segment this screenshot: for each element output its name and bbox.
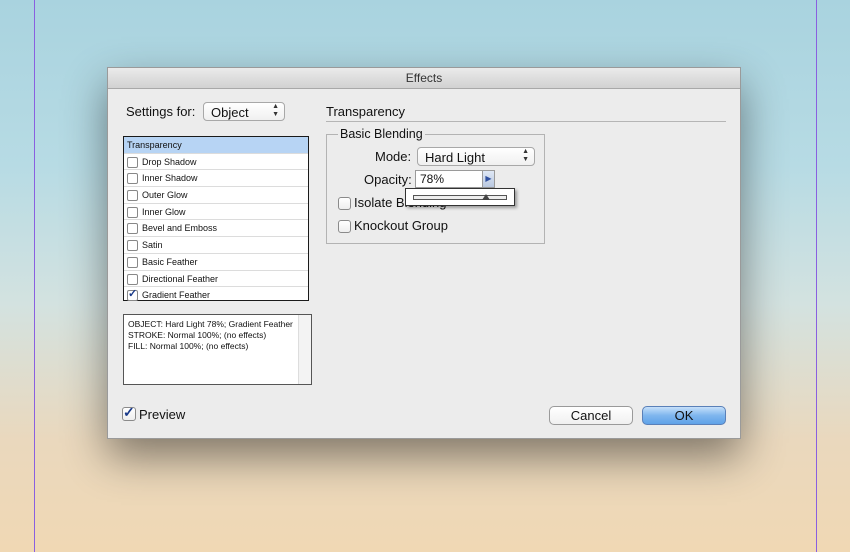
list-item-basic-feather[interactable]: Basic Feather [124,254,308,271]
summary-line: FILL: Normal 100%; (no effects) [128,341,249,351]
isolate-blending-checkbox[interactable] [338,197,351,210]
list-item-label: Outer Glow [142,190,188,201]
effect-checkbox[interactable]: ✓ [127,288,138,302]
mode-label: Mode: [375,149,412,164]
effect-checkbox[interactable] [127,273,138,285]
effect-checkbox[interactable] [127,156,138,168]
mode-value: Hard Light [425,150,485,165]
opacity-slider-track[interactable] [413,195,507,200]
list-item-satin[interactable]: Satin [124,237,308,254]
list-item-bevel-and-emboss[interactable]: Bevel and Emboss [124,220,308,238]
opacity-slider-thumb[interactable] [482,194,491,200]
list-item-label: Inner Shadow [142,173,198,184]
list-item-label: Transparency [127,140,182,150]
list-item-outer-glow[interactable]: Outer Glow [124,187,308,204]
effect-checkbox[interactable] [127,223,138,235]
check-icon: ✓ [123,404,135,420]
group-title: Basic Blending [338,127,425,141]
list-item-gradient-feather[interactable]: ✓ Gradient Feather [124,287,308,304]
list-item-label: Satin [142,240,163,251]
list-item-inner-glow[interactable]: Inner Glow [124,204,308,221]
effects-list: Transparency Drop Shadow Inner Shadow Ou… [123,136,309,304]
effect-checkbox[interactable] [127,190,138,202]
settings-for-value: Object [211,105,249,120]
knockout-group-checkbox[interactable] [338,220,351,233]
list-item-label: Bevel and Emboss [142,223,218,234]
summary-line: STROKE: Normal 100%; (no effects) [128,330,267,340]
opacity-field[interactable]: 78% [415,170,483,188]
preview-label: Preview [139,407,186,422]
dialog-title[interactable]: Effects [108,68,740,89]
effects-summary: OBJECT: Hard Light 78%; Gradient Feather… [123,314,312,385]
opacity-slider-popup [405,188,515,206]
list-item-directional-feather[interactable]: Directional Feather [124,271,308,288]
effect-checkbox[interactable] [127,173,138,185]
knockout-group-label: Knockout Group [354,218,448,233]
preview-checkbox[interactable]: ✓ [122,404,136,421]
list-item-label: Directional Feather [142,273,219,284]
summary-scrollbar[interactable] [298,315,311,384]
effect-checkbox[interactable] [127,206,138,218]
effects-dialog: Effects Settings for: Object ▲ ▼ Transpar… [107,67,741,439]
mode-select[interactable]: Hard Light ▲ ▼ [417,147,535,166]
check-icon: ✓ [128,288,138,301]
opacity-label: Opacity: [364,172,412,187]
guide-line-right [816,0,817,552]
list-item-drop-shadow[interactable]: Drop Shadow [124,154,308,171]
summary-line: OBJECT: Hard Light 78%; Gradient Feather [128,319,293,329]
updown-arrows-icon: ▲ ▼ [522,148,529,163]
list-item-label: Drop Shadow [142,156,197,167]
guide-line-left [34,0,35,552]
settings-for-select[interactable]: Object ▲ ▼ [203,102,285,121]
section-title: Transparency [326,104,405,119]
settings-for-label: Settings for: [126,104,196,119]
list-item-label: Inner Glow [142,206,186,217]
effect-checkbox[interactable] [127,240,138,252]
list-item-label: Basic Feather [142,256,198,267]
updown-arrows-icon: ▲ ▼ [272,103,279,118]
list-item-label: Gradient Feather [142,290,211,301]
list-item-inner-shadow[interactable]: Inner Shadow [124,170,308,188]
section-divider [326,121,726,122]
ok-button[interactable]: OK [642,406,726,425]
effect-checkbox[interactable] [127,256,138,268]
list-item-transparency[interactable]: Transparency [124,137,308,154]
cancel-button[interactable]: Cancel [549,406,633,425]
triangle-right-icon[interactable]: ▶ [482,170,495,188]
